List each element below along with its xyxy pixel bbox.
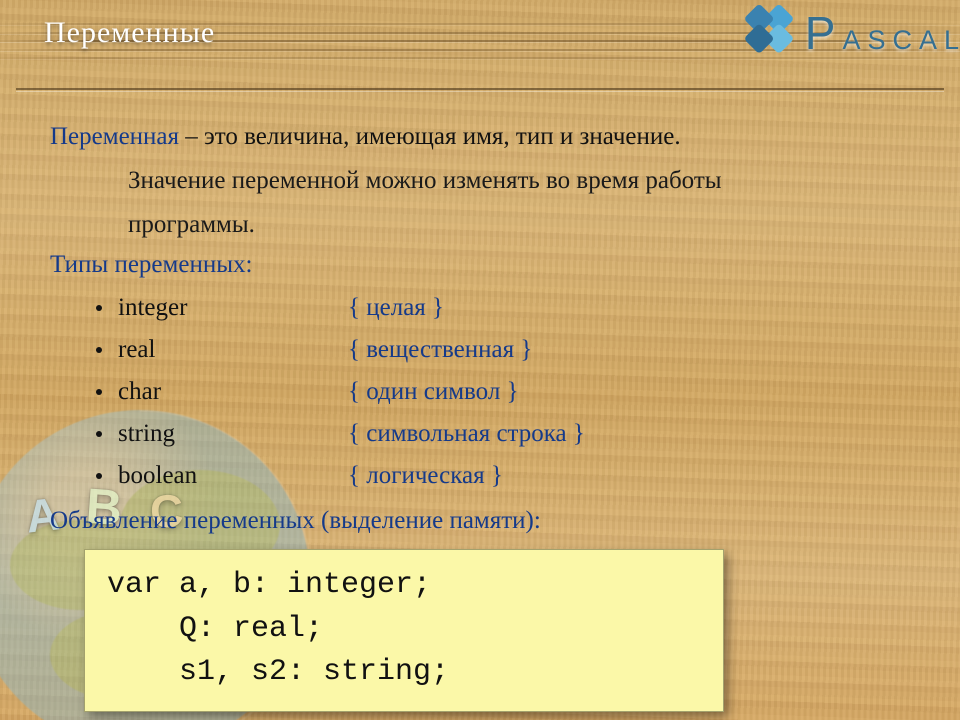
slide-header: Переменные Pascal	[0, 0, 960, 66]
type-name: char	[118, 371, 348, 413]
type-desc: { вещественная }	[348, 329, 532, 371]
list-item: integer { целая }	[96, 287, 910, 329]
code-example: var a, b: integer; Q: real; s1, s2: stri…	[84, 549, 724, 712]
types-heading: Типы переменных:	[50, 251, 910, 279]
type-desc: { логическая }	[348, 455, 503, 497]
type-name: integer	[118, 287, 348, 329]
slide-body: Переменная – это величина, имеющая имя, …	[0, 92, 960, 712]
types-list: integer { целая } real { вещественная } …	[96, 287, 910, 497]
list-item: real { вещественная }	[96, 329, 910, 371]
slide-title: Переменные	[44, 16, 215, 50]
type-name: real	[118, 329, 348, 371]
declaration-heading: Объявление переменных (выделение памяти)…	[50, 507, 910, 535]
definition-term: Переменная	[50, 123, 179, 150]
bullet-icon	[96, 347, 102, 353]
type-desc: { один символ }	[348, 371, 519, 413]
definition-cont: Значение переменной можно изменять во вр…	[50, 164, 910, 198]
bullet-icon	[96, 389, 102, 395]
list-item: char { один символ }	[96, 371, 910, 413]
list-item: string { символьная строка }	[96, 413, 910, 455]
definition-rest: – это величина, имеющая имя, тип и значе…	[179, 123, 681, 150]
brand-name: Pascal	[805, 6, 960, 60]
brand-logo-block: Pascal	[743, 6, 960, 60]
type-name: boolean	[118, 455, 348, 497]
type-name: string	[118, 413, 348, 455]
bullet-icon	[96, 431, 102, 437]
type-desc: { целая }	[348, 287, 444, 329]
type-desc: { символьная строка }	[348, 413, 585, 455]
pascal-logo-icon	[732, 0, 806, 70]
definition-cont: программы.	[50, 208, 910, 242]
list-item: boolean { логическая }	[96, 455, 910, 497]
bullet-icon	[96, 305, 102, 311]
bullet-icon	[96, 473, 102, 479]
definition-line: Переменная – это величина, имеющая имя, …	[50, 120, 910, 154]
